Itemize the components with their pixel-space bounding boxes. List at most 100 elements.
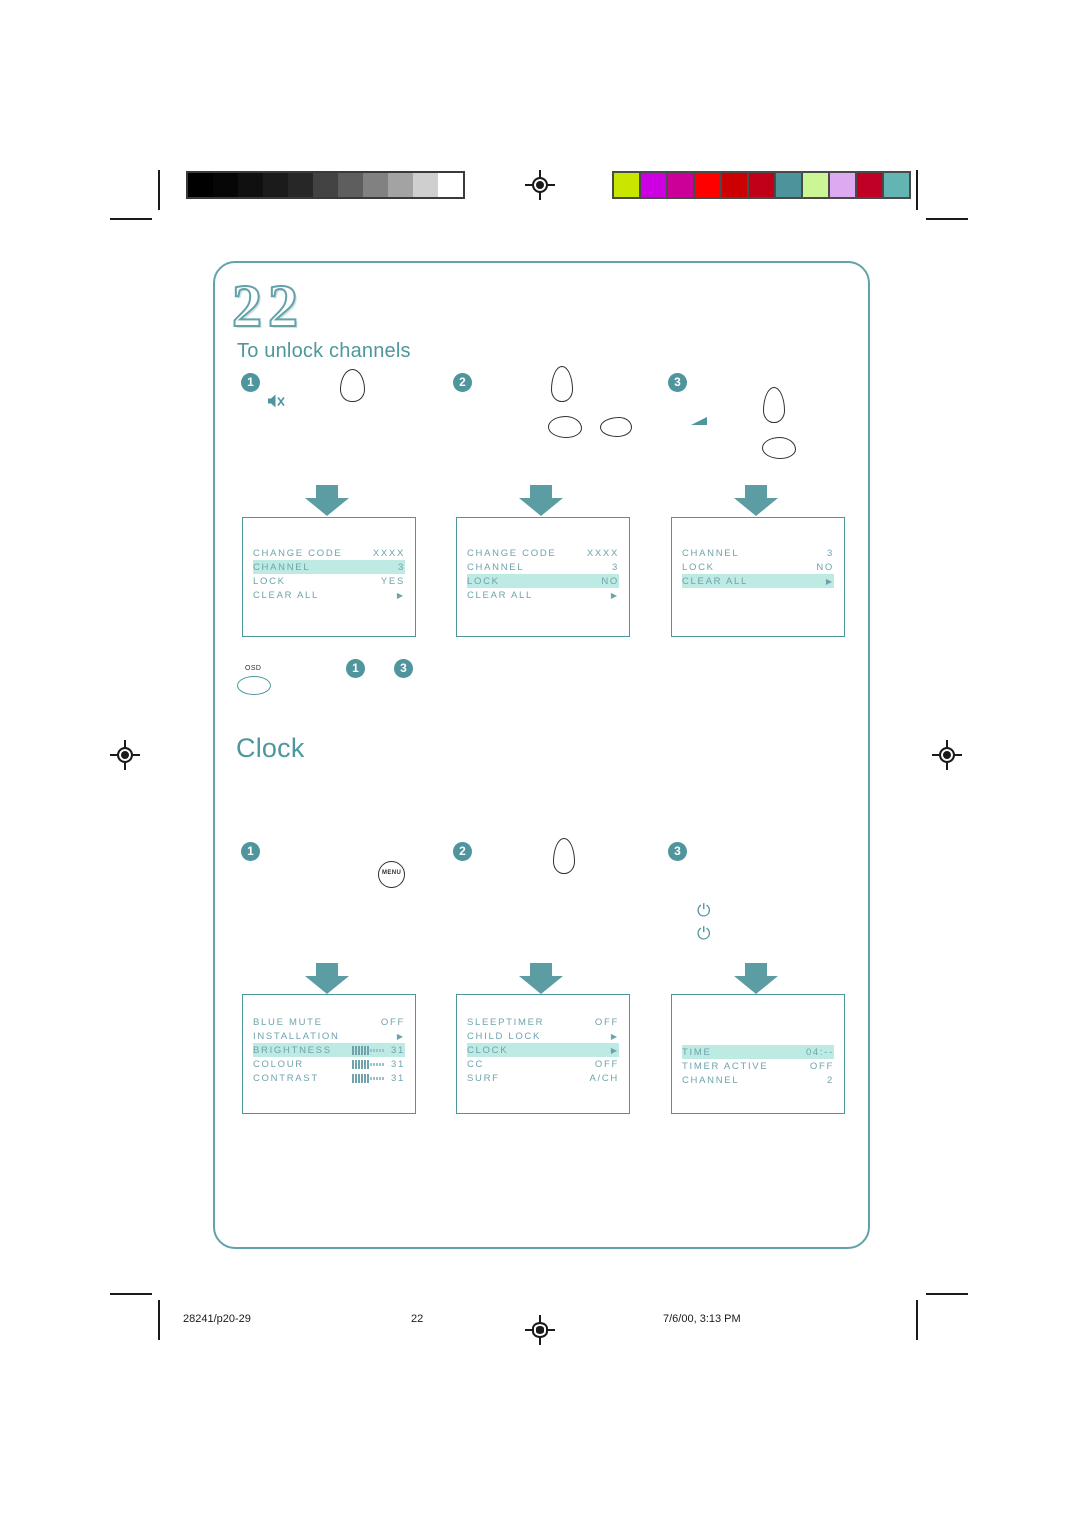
osd-row-value: NO (601, 575, 619, 587)
power-icon: ⏻ (697, 924, 711, 943)
osd-row-label: SLEEPTIMER (467, 1016, 545, 1028)
color-swatch (695, 173, 722, 197)
remote-key-osd-label: OSD (245, 665, 262, 672)
color-swatch (884, 173, 909, 197)
osd-menu-row[interactable]: LOCK NO (467, 574, 619, 588)
greyscale-swatch (363, 173, 388, 197)
osd-screen: TIME 04:-- TIMER ACTIVE OFF CHANNEL 2 (671, 994, 845, 1114)
osd-menu-row[interactable]: CONTRAST 31 (253, 1071, 405, 1085)
remote-key-outline[interactable] (340, 369, 365, 402)
crop-mark-tl-v (158, 170, 160, 210)
osd-row-label: COLOUR (253, 1058, 304, 1070)
osd-menu-row[interactable]: CC OFF (467, 1057, 619, 1071)
osd-menu-row[interactable]: SURF A/CH (467, 1071, 619, 1085)
osd-menu-row[interactable]: COLOUR 31 (253, 1057, 405, 1071)
osd-row-label: SURF (467, 1072, 500, 1084)
osd-row-value: 3 (398, 561, 405, 573)
osd-screen: CHANNEL 3 LOCK NO CLEAR ALL ▶ (671, 517, 845, 637)
osd-row-label: CHANNEL (467, 561, 525, 573)
osd-menu-row[interactable]: CHANNEL 2 (682, 1073, 834, 1087)
osd-row-value: 3 (612, 561, 619, 573)
osd-menu-row[interactable]: LOCK YES (253, 574, 405, 588)
flow-arrow-down (305, 963, 349, 996)
osd-row-submenu-arrow-icon: ▶ (610, 1031, 617, 1041)
greyscale-swatch (413, 173, 438, 197)
remote-key-outline[interactable] (762, 437, 796, 459)
color-swatch (641, 173, 668, 197)
color-swatch (722, 173, 749, 197)
osd-menu-row[interactable]: CHANGE CODE XXXX (467, 546, 619, 560)
osd-menu-row[interactable]: LOCK NO (682, 560, 834, 574)
color-swatch (668, 173, 695, 197)
osd-menu-row[interactable]: TIME 04:-- (682, 1045, 834, 1059)
step-marker-3: 3 (394, 659, 413, 678)
osd-row-value: 31 (391, 1072, 405, 1084)
osd-row-label: CHANNEL (682, 1074, 740, 1086)
osd-menu-row[interactable]: INSTALLATION ▶ (253, 1029, 405, 1043)
mute-icon (266, 392, 286, 415)
greyscale-swatch (338, 173, 363, 197)
osd-menu-row[interactable]: CHANGE CODE XXXX (253, 546, 405, 560)
osd-menu-row[interactable]: BRIGHTNESS 31 (253, 1043, 405, 1057)
osd-row-label: CLOCK (467, 1044, 509, 1056)
crop-mark-tr-v (916, 170, 918, 210)
osd-menu-row[interactable]: CLEAR ALL ▶ (253, 588, 405, 602)
color-swatch (803, 173, 830, 197)
osd-row-value: OFF (380, 1016, 405, 1028)
greyscale-swatch (438, 173, 463, 197)
osd-row-submenu-arrow-icon: ▶ (825, 576, 832, 586)
color-swatch (857, 173, 884, 197)
crop-mark-br-v (916, 1300, 918, 1340)
greyscale-calibration-bar (186, 171, 465, 199)
osd-menu-row[interactable]: CLEAR ALL ▶ (467, 588, 619, 602)
step-marker-3: 3 (668, 373, 687, 392)
step-marker-1: 1 (241, 842, 260, 861)
osd-row-label: INSTALLATION (253, 1030, 340, 1042)
section-title-unlock-channels: To unlock channels (237, 340, 411, 362)
osd-row-level-bars (352, 1073, 385, 1083)
osd-row-label: CLEAR ALL (467, 589, 533, 601)
osd-menu-row[interactable]: BLUE MUTE OFF (253, 1015, 405, 1029)
remote-key-menu-label: MENU (382, 870, 402, 876)
flow-arrow-down (519, 963, 563, 996)
osd-menu-row[interactable]: TIMER ACTIVE OFF (682, 1059, 834, 1073)
osd-screen: BLUE MUTE OFF INSTALLATION ▶ BRIGHTNESS 31 COL… (242, 994, 416, 1114)
power-icon: ⏻ (697, 901, 711, 920)
remote-key-outline[interactable] (548, 416, 582, 438)
osd-menu-row[interactable]: CLEAR ALL ▶ (682, 574, 834, 588)
osd-row-label: LOCK (682, 561, 715, 573)
flow-arrow-down (519, 485, 563, 518)
color-swatch (749, 173, 776, 197)
step-marker-3: 3 (668, 842, 687, 861)
registration-mark-right (932, 740, 962, 770)
osd-row-value: 31 (391, 1058, 405, 1070)
greyscale-swatch (263, 173, 288, 197)
osd-menu-row[interactable]: CHANNEL 3 (682, 546, 834, 560)
osd-row-label: BLUE MUTE (253, 1016, 323, 1028)
registration-mark-bottom (525, 1315, 555, 1345)
osd-menu-row[interactable]: CLOCK ▶ (467, 1043, 619, 1057)
osd-row-value: OFF (594, 1016, 619, 1028)
crop-mark-tr-h (926, 218, 968, 220)
registration-mark-top (525, 170, 555, 200)
osd-row-label: CHANNEL (253, 561, 311, 573)
osd-menu-row[interactable]: CHANNEL 3 (467, 560, 619, 574)
greyscale-swatch (388, 173, 413, 197)
step-marker-1: 1 (241, 373, 260, 392)
remote-key-osd[interactable] (237, 676, 271, 695)
greyscale-swatch (288, 173, 313, 197)
osd-row-label: CC (467, 1058, 485, 1070)
osd-row-value: A/CH (589, 1072, 619, 1084)
osd-row-label: LOCK (253, 575, 286, 587)
greyscale-swatch (238, 173, 263, 197)
footer-page-number: 22 (411, 1313, 424, 1325)
flow-arrow-down (734, 963, 778, 996)
osd-row-value: 04:-- (805, 1046, 834, 1058)
osd-menu-row[interactable]: SLEEPTIMER OFF (467, 1015, 619, 1029)
remote-key-outline[interactable] (600, 417, 632, 437)
crop-mark-br-h (926, 1293, 968, 1295)
osd-menu-row[interactable]: CHILD LOCK ▶ (467, 1029, 619, 1043)
osd-menu-row[interactable]: CHANNEL 3 (253, 560, 405, 574)
volume-icon (690, 412, 712, 433)
color-swatch (614, 173, 641, 197)
